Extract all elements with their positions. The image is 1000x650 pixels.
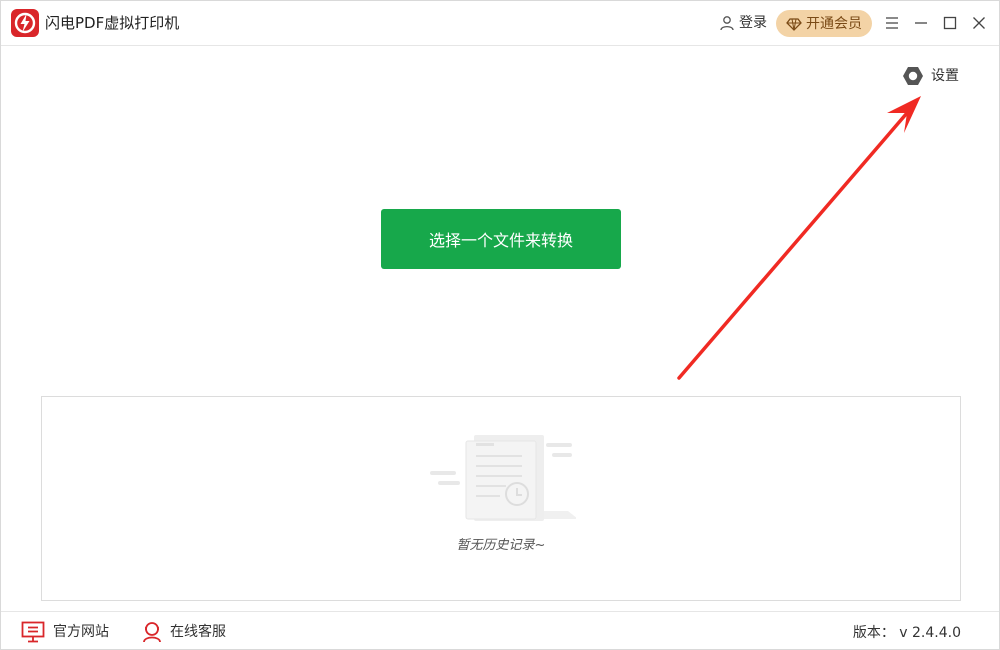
arrow-head [887,96,921,133]
lightning-pdf-logo-icon [11,9,39,37]
official-website-label: 官方网站 [53,624,109,640]
monitor-icon [21,621,45,643]
title-bar: 闪电PDF虚拟打印机 登录 开通会员 [1,1,999,46]
select-file-convert-button[interactable]: 选择一个文件来转换 [381,209,621,269]
settings-button[interactable]: 设置 [901,64,959,88]
official-website-link[interactable]: 官方网站 [21,621,109,643]
user-icon [720,16,734,31]
minimize-button[interactable] [911,13,931,33]
online-support-label: 在线客服 [170,624,226,640]
version-text: 版本： v 2.4.4.0 [852,625,961,641]
vip-button[interactable]: 开通会员 [776,10,872,37]
empty-document-clock-icon [430,435,576,521]
maximize-button[interactable] [940,13,960,33]
footer-bar: 官方网站 在线客服 版本： v 2.4.4.0 [1,611,999,649]
settings-label: 设置 [931,68,959,84]
login-label: 登录 [739,15,767,31]
diamond-icon [786,17,802,31]
vip-label: 开通会员 [806,15,862,32]
close-icon [973,17,985,29]
minimize-icon [915,22,927,24]
maximize-icon [943,16,957,30]
app-title: 闪电PDF虚拟打印机 [45,14,180,32]
app-window: 闪电PDF虚拟打印机 登录 开通会员 设置 选择一个文件来转换 暂无历史记录~ … [0,0,1000,650]
menu-icon [886,17,898,29]
login-button[interactable]: 登录 [719,12,767,34]
arrow-shaft [677,111,909,380]
menu-button[interactable] [882,13,902,33]
support-agent-icon [143,622,161,643]
online-support-link[interactable]: 在线客服 [142,621,226,643]
history-panel: 暂无历史记录~ [41,396,961,601]
empty-history-text: 暂无历史记录~ [456,538,546,553]
gear-icon [903,67,923,85]
close-button[interactable] [969,13,989,33]
